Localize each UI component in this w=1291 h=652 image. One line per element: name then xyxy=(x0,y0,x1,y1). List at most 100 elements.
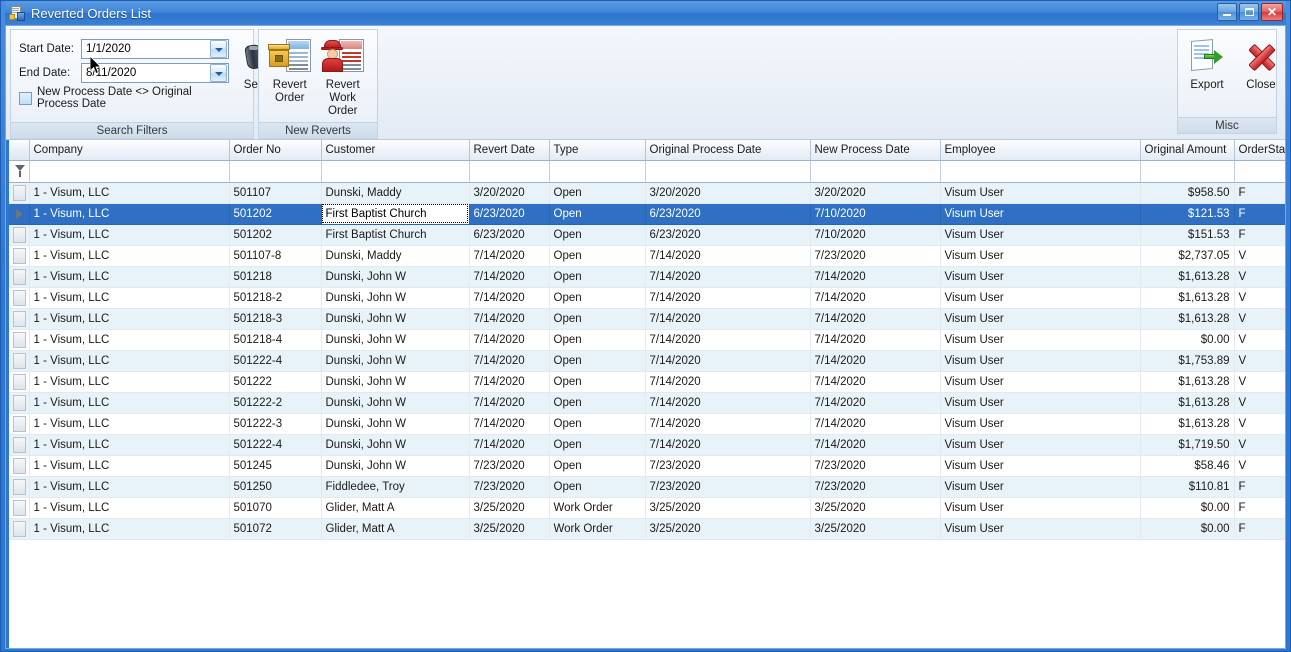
cell-type[interactable]: Open xyxy=(549,266,646,288)
cell-revert-date[interactable]: 7/14/2020 xyxy=(469,392,550,414)
cell-original-amount[interactable]: $1,613.28 xyxy=(1140,371,1235,393)
table-row[interactable]: 1 - Visum, LLC 501218 Dunski, John W 7/14/2… xyxy=(9,266,1285,288)
cell-order-status[interactable]: F xyxy=(1234,203,1285,225)
cell-original-amount[interactable]: $2,737.05 xyxy=(1140,245,1235,267)
title-bar[interactable]: Reverted Orders List ✕ xyxy=(5,1,1286,25)
cell-new-process-date[interactable]: 7/14/2020 xyxy=(810,434,941,456)
table-row[interactable]: 1 - Visum, LLC 501107-8 Dunski, Maddy 7/14/… xyxy=(9,245,1285,267)
cell-original-process-date[interactable]: 7/23/2020 xyxy=(645,476,811,498)
cell-order-no[interactable]: 501222-3 xyxy=(229,413,322,435)
column-header-employee[interactable]: Employee xyxy=(940,140,1141,161)
export-button[interactable]: Export xyxy=(1185,34,1229,92)
cell-company[interactable]: 1 - Visum, LLC xyxy=(29,182,230,204)
cell-original-amount[interactable]: $0.00 xyxy=(1140,497,1235,519)
cell-original-amount[interactable]: $1,753.89 xyxy=(1140,350,1235,372)
cell-order-status[interactable]: V xyxy=(1234,287,1285,309)
cell-customer[interactable]: Dunski, Maddy xyxy=(321,182,470,204)
row-header-button[interactable] xyxy=(13,352,26,369)
cell-original-process-date[interactable]: 7/14/2020 xyxy=(645,413,811,435)
cell-new-process-date[interactable]: 7/14/2020 xyxy=(810,392,941,414)
cell-order-no[interactable]: 501202 xyxy=(229,203,322,225)
cell-company[interactable]: 1 - Visum, LLC xyxy=(29,203,230,225)
cell-new-process-date[interactable]: 7/14/2020 xyxy=(810,350,941,372)
row-indicator[interactable] xyxy=(9,455,30,477)
row-header-button[interactable] xyxy=(13,373,26,390)
row-indicator[interactable] xyxy=(9,203,30,225)
cell-original-process-date[interactable]: 7/14/2020 xyxy=(645,245,811,267)
cell-revert-date[interactable]: 7/14/2020 xyxy=(469,308,550,330)
cell-employee[interactable]: Visum User xyxy=(940,476,1141,498)
cell-employee[interactable]: Visum User xyxy=(940,455,1141,477)
cell-type[interactable]: Open xyxy=(549,371,646,393)
cell-order-status[interactable]: V xyxy=(1234,413,1285,435)
row-header-button[interactable] xyxy=(13,289,26,306)
filter-cell-customer[interactable] xyxy=(321,160,470,183)
table-row[interactable]: 1 - Visum, LLC 501250 Fiddledee, Troy 7/23/… xyxy=(9,476,1285,498)
cell-new-process-date[interactable]: 7/10/2020 xyxy=(810,203,941,225)
cell-type[interactable]: Open xyxy=(549,476,646,498)
cell-order-status[interactable]: F xyxy=(1234,182,1285,204)
cell-original-process-date[interactable]: 7/14/2020 xyxy=(645,392,811,414)
cell-order-status[interactable]: V xyxy=(1234,350,1285,372)
cell-revert-date[interactable]: 3/20/2020 xyxy=(469,182,550,204)
cell-revert-date[interactable]: 7/14/2020 xyxy=(469,329,550,351)
close-button[interactable]: Close xyxy=(1239,34,1283,92)
cell-revert-date[interactable]: 7/14/2020 xyxy=(469,371,550,393)
row-indicator[interactable] xyxy=(9,413,30,435)
column-header-company[interactable]: Company xyxy=(29,140,230,161)
cell-order-no[interactable]: 501218-4 xyxy=(229,329,322,351)
table-row[interactable]: 1 - Visum, LLC 501070 Glider, Matt A 3/25/2… xyxy=(9,497,1285,519)
filter-cell-employee[interactable] xyxy=(940,160,1141,183)
cell-company[interactable]: 1 - Visum, LLC xyxy=(29,308,230,330)
cell-employee[interactable]: Visum User xyxy=(940,350,1141,372)
cell-company[interactable]: 1 - Visum, LLC xyxy=(29,434,230,456)
filter-row[interactable] xyxy=(9,160,1285,183)
cell-company[interactable]: 1 - Visum, LLC xyxy=(29,371,230,393)
filter-cell-company[interactable] xyxy=(29,160,230,183)
cell-new-process-date[interactable]: 3/20/2020 xyxy=(810,182,941,204)
cell-customer[interactable]: Dunski, John W xyxy=(321,350,470,372)
cell-type[interactable]: Open xyxy=(549,287,646,309)
column-header-customer[interactable]: Customer xyxy=(321,140,470,161)
cell-order-no[interactable]: 501222-2 xyxy=(229,392,322,414)
cell-customer[interactable]: Dunski, John W xyxy=(321,413,470,435)
column-header-original-process-date[interactable]: Original Process Date xyxy=(645,140,811,161)
cell-new-process-date[interactable]: 7/14/2020 xyxy=(810,329,941,351)
cell-order-no[interactable]: 501202 xyxy=(229,224,322,246)
cell-order-no[interactable]: 501070 xyxy=(229,497,322,519)
cell-original-process-date[interactable]: 7/14/2020 xyxy=(645,287,811,309)
cell-new-process-date[interactable]: 7/23/2020 xyxy=(810,455,941,477)
row-indicator[interactable] xyxy=(9,476,30,498)
row-header-button[interactable] xyxy=(13,226,26,243)
cell-customer[interactable]: Dunski, John W xyxy=(321,455,470,477)
cell-customer[interactable]: Dunski, John W xyxy=(321,329,470,351)
cell-original-process-date[interactable]: 7/14/2020 xyxy=(645,434,811,456)
cell-type[interactable]: Open xyxy=(549,245,646,267)
cell-original-process-date[interactable]: 7/14/2020 xyxy=(645,350,811,372)
revert-work-order-button[interactable]: Revert Work Order xyxy=(315,34,370,118)
cell-employee[interactable]: Visum User xyxy=(940,245,1141,267)
minimize-button[interactable] xyxy=(1217,3,1237,21)
cell-type[interactable]: Work Order xyxy=(549,497,646,519)
cell-original-amount[interactable]: $1,613.28 xyxy=(1140,413,1235,435)
cell-employee[interactable]: Visum User xyxy=(940,392,1141,414)
process-date-checkbox[interactable] xyxy=(19,91,32,105)
cell-type[interactable]: Open xyxy=(549,350,646,372)
cell-customer[interactable]: Dunski, John W xyxy=(321,266,470,288)
cell-order-no[interactable]: 501222 xyxy=(229,371,322,393)
cell-type[interactable]: Open xyxy=(549,182,646,204)
table-row[interactable]: 1 - Visum, LLC 501222-3 Dunski, John W 7/14… xyxy=(9,413,1285,435)
cell-original-amount[interactable]: $58.46 xyxy=(1140,455,1235,477)
row-indicator[interactable] xyxy=(9,266,30,288)
cell-order-no[interactable]: 501218-3 xyxy=(229,308,322,330)
cell-customer[interactable]: Dunski, Maddy xyxy=(321,245,470,267)
cell-customer[interactable]: Dunski, John W xyxy=(321,308,470,330)
cell-customer[interactable]: Dunski, John W xyxy=(321,371,470,393)
row-header-button[interactable] xyxy=(13,184,26,201)
cell-order-status[interactable]: F xyxy=(1234,518,1285,540)
cell-revert-date[interactable]: 6/23/2020 xyxy=(469,224,550,246)
row-header-button[interactable] xyxy=(13,520,26,537)
filter-cell-type[interactable] xyxy=(549,160,646,183)
table-row[interactable]: 1 - Visum, LLC 501107 Dunski, Maddy 3/20/20… xyxy=(9,182,1285,204)
cell-original-amount[interactable]: $1,613.28 xyxy=(1140,287,1235,309)
